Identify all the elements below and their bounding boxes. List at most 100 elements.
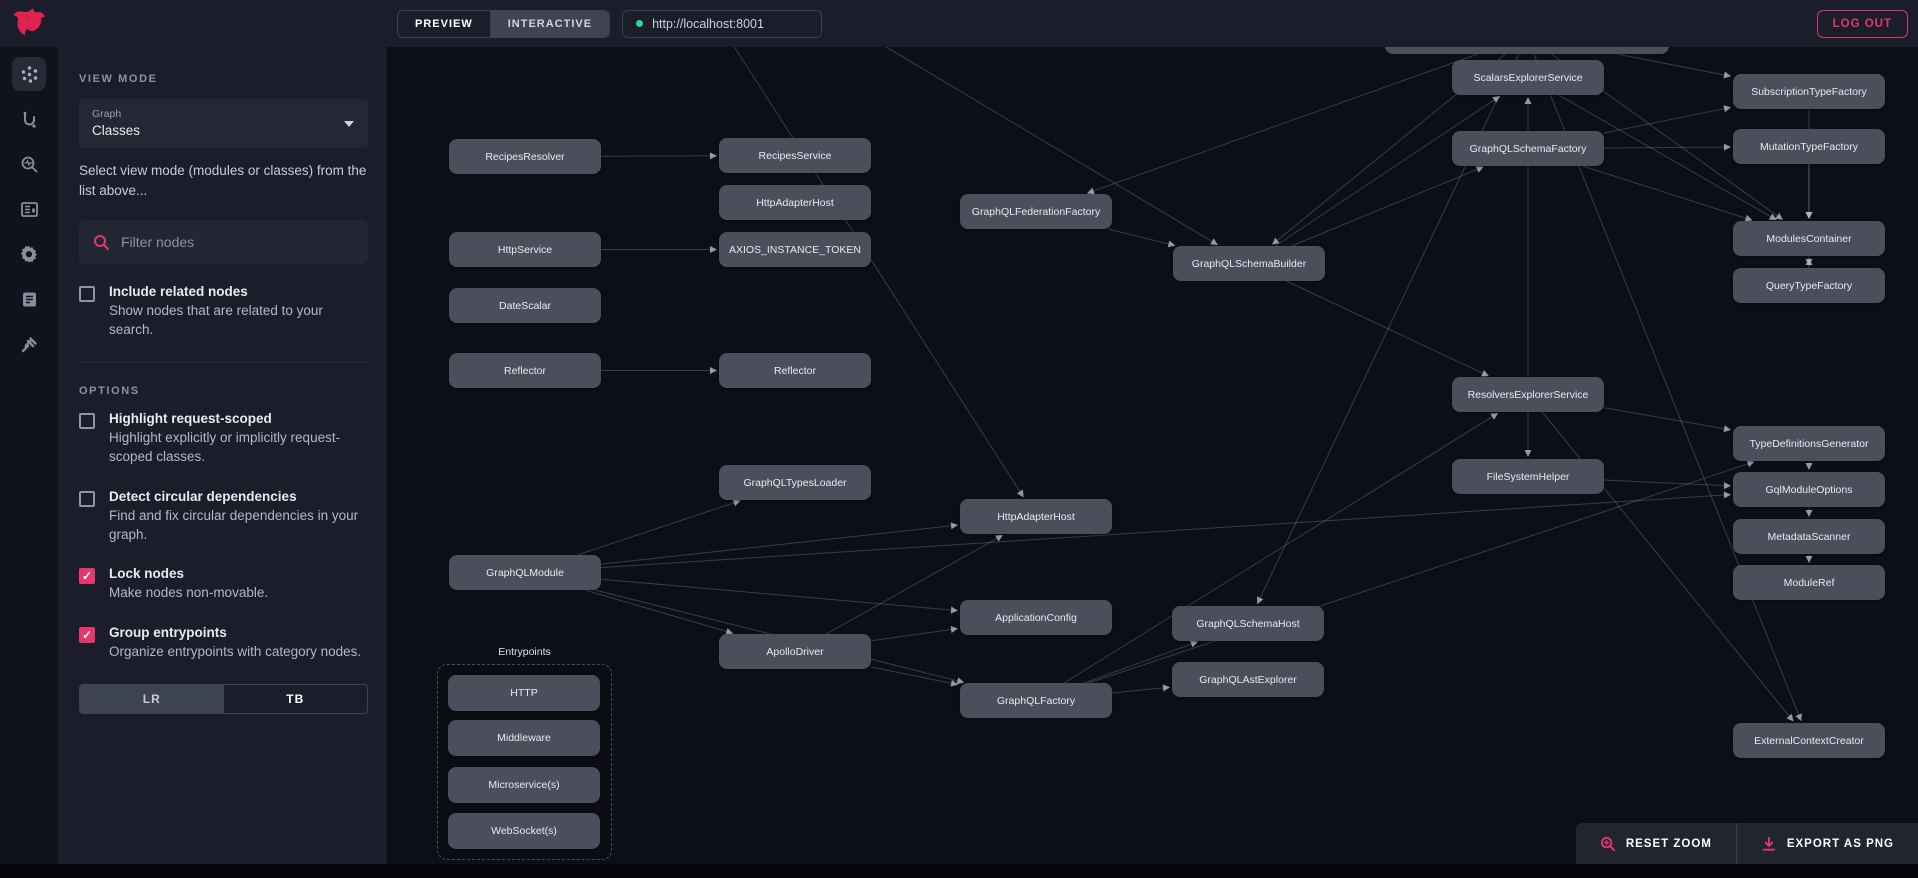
tab-interactive[interactable]: INTERACTIVE xyxy=(490,11,609,37)
option-row-2: Lock nodes Make nodes non-movable. xyxy=(79,566,368,603)
graph-edges xyxy=(387,47,1918,864)
graph-node-httpAdapterHostB[interactable]: HttpAdapterHost xyxy=(960,499,1112,534)
graph-node-httpService[interactable]: HttpService xyxy=(449,232,601,267)
graph-node-mutationTypeFactory[interactable]: MutationTypeFactory xyxy=(1733,129,1885,164)
nav-item-graph[interactable] xyxy=(12,57,46,91)
graph-node-graphQLAstExplorer[interactable]: GraphQLAstExplorer xyxy=(1172,662,1324,697)
search-icon xyxy=(93,234,110,251)
select-label: Graph xyxy=(92,108,355,120)
nav-item-modules[interactable] xyxy=(12,192,46,226)
graph-node-entryHttp[interactable]: HTTP xyxy=(448,675,600,711)
sidebar-divider xyxy=(79,362,368,363)
graph-node-reflectorB[interactable]: Reflector xyxy=(719,353,871,388)
logout-button[interactable]: LOG OUT xyxy=(1817,10,1908,38)
nestjs-logo xyxy=(11,6,47,42)
download-icon xyxy=(1761,836,1777,852)
zoom-reset-icon xyxy=(1600,836,1616,852)
include-related-row: Include related nodes Show nodes that ar… xyxy=(79,284,368,340)
gear-icon xyxy=(19,244,39,264)
target-url-box[interactable]: http://localhost:8001 xyxy=(622,10,822,38)
graph-node-reflectorA[interactable]: Reflector xyxy=(449,353,601,388)
logo-box[interactable] xyxy=(0,6,58,42)
devtools-app: PREVIEW INTERACTIVE http://localhost:800… xyxy=(0,0,1918,878)
graph-node-externalContextCreator[interactable]: ExternalContextCreator xyxy=(1733,723,1885,758)
option-checkbox-2[interactable] xyxy=(79,568,95,584)
direction-toggle: LR TB xyxy=(79,684,368,714)
nav-item-gavel[interactable] xyxy=(12,327,46,361)
options-heading: OPTIONS xyxy=(79,385,368,397)
tab-preview[interactable]: PREVIEW xyxy=(398,11,490,37)
graph-node-queryTypeFactory[interactable]: QueryTypeFactory xyxy=(1733,268,1885,303)
nav-item-settings[interactable] xyxy=(12,237,46,271)
bottom-strip xyxy=(0,864,1918,878)
option-desc: Make nodes non-movable. xyxy=(109,584,268,603)
graph-node-graphQLFederationFactory[interactable]: GraphQLFederationFactory xyxy=(960,194,1112,229)
filter-nodes-input[interactable] xyxy=(121,234,354,250)
graph-node-entryMicroservice[interactable]: Microservice(s) xyxy=(448,767,600,803)
graph-node-scalarsExplorerService[interactable]: ScalarsExplorerService xyxy=(1452,60,1604,95)
chevron-down-icon xyxy=(344,121,354,127)
nav-item-scan[interactable] xyxy=(12,147,46,181)
graph-node-typeDefinitionsGenerator[interactable]: TypeDefinitionsGenerator xyxy=(1733,426,1885,461)
option-title: Detect circular dependencies xyxy=(109,489,368,504)
option-row-1: Detect circular dependenciesFind and fix… xyxy=(79,489,368,545)
graph-node-graphQLSchemaBuilder[interactable]: GraphQLSchemaBuilder xyxy=(1173,246,1325,281)
sidebar-panel: VIEW MODE Graph Classes Select view mode… xyxy=(58,47,387,864)
reset-zoom-label: RESET ZOOM xyxy=(1626,838,1712,850)
option-title: Highlight request-scoped xyxy=(109,411,368,426)
target-url: http://localhost:8001 xyxy=(652,17,764,31)
graph-node-recipesService[interactable]: RecipesService xyxy=(719,138,871,173)
direction-tb-button[interactable]: TB xyxy=(224,685,368,713)
include-related-checkbox[interactable] xyxy=(79,286,95,302)
options-list: Highlight request-scoped Highlight explic… xyxy=(79,411,368,662)
direction-lr-button[interactable]: LR xyxy=(80,685,224,713)
graph-node-axiosInstanceToken[interactable]: AXIOS_INSTANCE_TOKEN xyxy=(719,232,871,267)
option-text-3: Group entrypointsOrganize entrypoints wi… xyxy=(109,625,361,662)
graph-node-apolloDriver[interactable]: ApolloDriver xyxy=(719,634,871,669)
include-related-text: Include related nodes Show nodes that ar… xyxy=(109,284,368,340)
canvas-controls-bar: RESET ZOOM EXPORT AS PNG xyxy=(1576,823,1918,864)
newspaper-icon xyxy=(20,200,39,219)
entrypoints-group-label: Entrypoints xyxy=(437,646,612,658)
graph-node-subscriptionTypeFactory[interactable]: SubscriptionTypeFactory xyxy=(1733,74,1885,109)
include-related-desc: Show nodes that are related to your sear… xyxy=(109,302,368,340)
graph-node-modulesContainer[interactable]: ModulesContainer xyxy=(1733,221,1885,256)
graph-node-graphQLModule[interactable]: GraphQLModule xyxy=(449,555,601,590)
view-mode-select[interactable]: Graph Classes xyxy=(79,99,368,148)
graph-node-graphQLTypesLoader[interactable]: GraphQLTypesLoader xyxy=(719,465,871,500)
routes-icon xyxy=(20,110,39,129)
view-mode-helper-text: Select view mode (modules or classes) fr… xyxy=(79,161,368,200)
view-mode-heading: VIEW MODE xyxy=(79,73,368,85)
export-png-button[interactable]: EXPORT AS PNG xyxy=(1736,823,1918,864)
option-desc: Highlight explicitly or implicitly reque… xyxy=(109,429,368,467)
nav-item-docs[interactable] xyxy=(12,282,46,316)
export-png-label: EXPORT AS PNG xyxy=(1787,838,1894,850)
graph-node-entryMiddleware[interactable]: Middleware xyxy=(448,720,600,756)
option-title: Lock nodes xyxy=(109,566,268,581)
option-text-2: Lock nodes Make nodes non-movable. xyxy=(109,566,268,603)
graph-node-httpAdapterHostA[interactable]: HttpAdapterHost xyxy=(719,185,871,220)
graph-node-resolversExplorerService[interactable]: ResolversExplorerService xyxy=(1452,377,1604,412)
graph-node-graphQLSchemaFactory[interactable]: GraphQLSchemaFactory xyxy=(1452,131,1604,166)
graph-node-dateScalar[interactable]: DateScalar xyxy=(449,288,601,323)
graph-node-gqlModuleOptions[interactable]: GqlModuleOptions xyxy=(1733,472,1885,507)
option-title: Group entrypoints xyxy=(109,625,361,640)
graph-node-topClipped[interactable] xyxy=(1385,47,1669,54)
top-bar: PREVIEW INTERACTIVE http://localhost:800… xyxy=(0,0,1918,47)
graph-node-graphQLSchemaHost[interactable]: GraphQLSchemaHost xyxy=(1172,606,1324,641)
option-text-1: Detect circular dependenciesFind and fix… xyxy=(109,489,368,545)
option-checkbox-3[interactable] xyxy=(79,627,95,643)
option-checkbox-1[interactable] xyxy=(79,491,95,507)
graph-node-fileSystemHelper[interactable]: FileSystemHelper xyxy=(1452,459,1604,494)
reset-zoom-button[interactable]: RESET ZOOM xyxy=(1576,823,1736,864)
nav-item-routes[interactable] xyxy=(12,102,46,136)
graph-canvas[interactable]: Entrypoints RecipesResolver HttpService Da… xyxy=(387,47,1918,864)
option-checkbox-0[interactable] xyxy=(79,413,95,429)
graph-node-metadataScanner[interactable]: MetadataScanner xyxy=(1733,519,1885,554)
graph-node-applicationConfig[interactable]: ApplicationConfig xyxy=(960,600,1112,635)
graph-node-moduleRef[interactable]: ModuleRef xyxy=(1733,565,1885,600)
status-dot-icon xyxy=(636,20,643,27)
graph-node-recipesResolver[interactable]: RecipesResolver xyxy=(449,139,601,174)
graph-node-entryWebsocket[interactable]: WebSocket(s) xyxy=(448,813,600,849)
graph-node-graphQLFactory[interactable]: GraphQLFactory xyxy=(960,683,1112,718)
